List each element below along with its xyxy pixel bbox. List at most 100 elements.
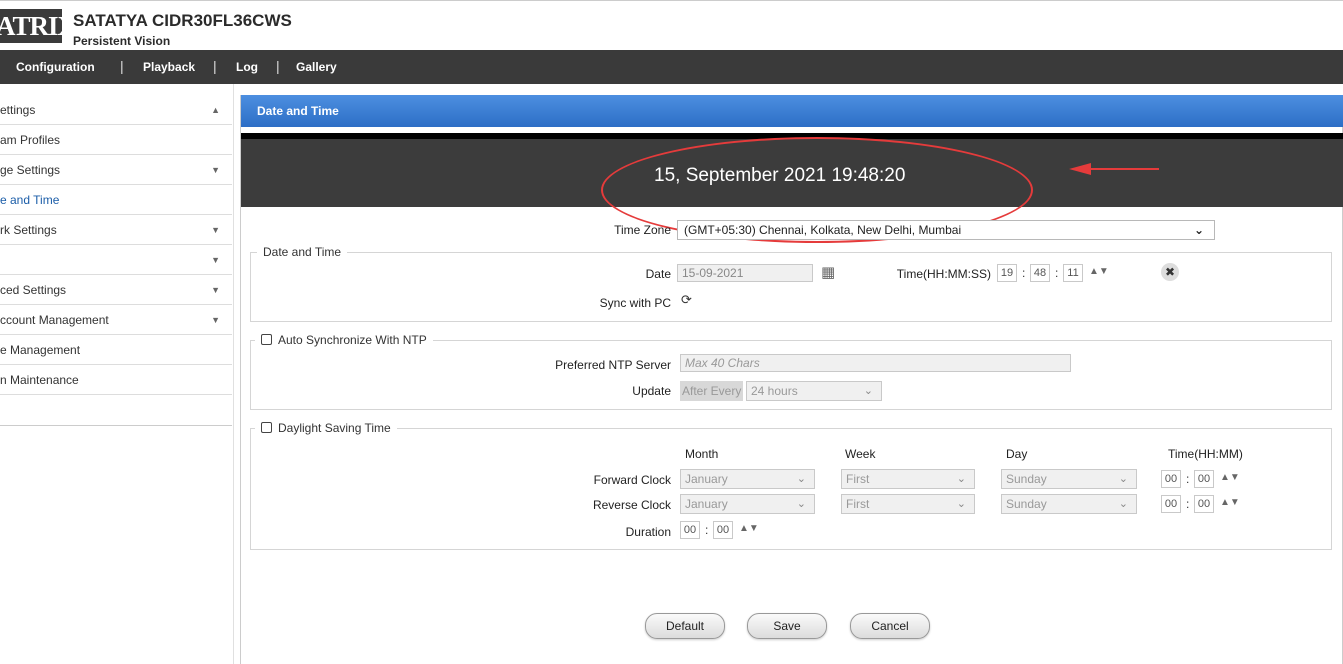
sidebar-item-storage-management[interactable]: e Management (0, 335, 232, 365)
time-colon: : (1055, 266, 1059, 280)
save-button[interactable]: Save (747, 613, 827, 639)
nav-separator: | (276, 58, 280, 74)
sidebar-item-unlabeled[interactable]: ▼ (0, 245, 232, 275)
top-nav: Configuration | Playback | Log | Gallery (0, 50, 1343, 84)
nav-configuration[interactable]: Configuration (16, 60, 95, 74)
update-interval-value: 24 hours (751, 384, 798, 398)
tools-icon[interactable]: ✖ (1161, 263, 1179, 281)
forward-clock-label: Forward Clock (593, 473, 671, 487)
main-panel: Date and Time 15, September 2021 19:48:2… (240, 95, 1343, 664)
sidebar-item-advanced-settings[interactable]: ced Settings ▼ (0, 275, 232, 305)
chevron-down-icon: ⌄ (796, 498, 806, 510)
sync-label: Sync with PC (599, 296, 671, 310)
duration-hour-input[interactable]: 00 (680, 521, 700, 539)
reverse-month-select[interactable]: January ⌄ (680, 494, 815, 514)
sidebar-item-network-settings[interactable]: rk Settings ▼ (0, 215, 232, 245)
dst-checkbox[interactable] (261, 422, 272, 433)
chevron-down-icon: ⌄ (863, 385, 873, 397)
ntp-checkbox[interactable] (261, 334, 272, 345)
second-input[interactable]: 11 (1063, 264, 1083, 282)
sidebar-item-label: n Maintenance (0, 373, 79, 387)
chevron-down-icon: ⌄ (956, 473, 966, 485)
sidebar-item-maintenance[interactable]: n Maintenance (0, 365, 232, 395)
panel-title: Date and Time (241, 95, 1343, 127)
chevron-down-icon: ▼ (211, 255, 220, 265)
reverse-week-value: First (846, 497, 870, 511)
reverse-hour-input[interactable]: 00 (1161, 495, 1181, 513)
logo: ATRIX (0, 9, 77, 43)
sidebar-item-label: ccount Management (0, 313, 109, 327)
update-label: Update (632, 384, 671, 398)
sidebar-item-stream-profiles[interactable]: am Profiles (0, 125, 232, 155)
sidebar-item-label: e Management (0, 343, 81, 357)
timezone-select[interactable]: (GMT+05:30) Chennai, Kolkata, New Delhi,… (677, 220, 1215, 240)
time-colon: : (705, 523, 709, 537)
day-header: Day (1006, 447, 1028, 461)
spinner-icon[interactable]: ▲▼ (739, 523, 759, 534)
duration-label: Duration (625, 525, 671, 539)
current-datetime: 15, September 2021 19:48:20 (654, 165, 906, 186)
sidebar-item-label: ced Settings (0, 283, 67, 297)
reverse-day-value: Sunday (1006, 497, 1047, 511)
default-button[interactable]: Default (645, 613, 725, 639)
forward-hour-input[interactable]: 00 (1161, 470, 1181, 488)
sidebar-item-label: ge Settings (0, 163, 61, 177)
month-header: Month (685, 447, 719, 461)
update-interval-select[interactable]: 24 hours ⌄ (746, 381, 882, 401)
cancel-button[interactable]: Cancel (850, 613, 930, 639)
reverse-minute-input[interactable]: 00 (1194, 495, 1214, 513)
chevron-down-icon: ▼ (211, 285, 220, 295)
device-model: SATATYA CIDR30FL36CWS (73, 11, 292, 30)
sidebar-item-label: rk Settings (0, 223, 57, 237)
ntp-legend: Auto Synchronize With NTP (255, 333, 433, 347)
timezone-label: Time Zone (614, 223, 671, 237)
date-field[interactable]: 15-09-2021 (677, 264, 813, 282)
forward-week-select[interactable]: First ⌄ (841, 469, 975, 489)
date-label: Date (645, 267, 671, 281)
time-header: Time(HH:MM) (1168, 447, 1243, 461)
duration-minute-input[interactable]: 00 (713, 521, 733, 539)
timezone-value: (GMT+05:30) Chennai, Kolkata, New Delhi,… (684, 223, 962, 237)
time-colon: : (1186, 497, 1190, 511)
brand-tagline: Persistent Vision (73, 34, 171, 48)
forward-month-value: January (685, 472, 728, 486)
chevron-down-icon: ⌄ (956, 498, 966, 510)
chevron-down-icon: ⌄ (1118, 498, 1128, 510)
chevron-down-icon: ⌄ (796, 473, 806, 485)
nav-log[interactable]: Log (236, 60, 258, 74)
nav-gallery[interactable]: Gallery (296, 60, 337, 74)
hour-input[interactable]: 19 (997, 264, 1017, 282)
sidebar-item-date-and-time[interactable]: e and Time (0, 185, 232, 215)
forward-minute-input[interactable]: 00 (1194, 470, 1214, 488)
date-time-legend: Date and Time (257, 245, 348, 259)
nav-separator: | (120, 58, 124, 74)
sidebar-item-image-settings[interactable]: ge Settings ▼ (0, 155, 232, 185)
reverse-month-value: January (685, 497, 728, 511)
minute-input[interactable]: 48 (1030, 264, 1050, 282)
week-header: Week (845, 447, 876, 461)
nav-playback[interactable]: Playback (143, 60, 195, 74)
forward-day-select[interactable]: Sunday ⌄ (1001, 469, 1137, 489)
spinner-icon[interactable]: ▲▼ (1089, 266, 1109, 277)
spinner-icon[interactable]: ▲▼ (1220, 472, 1240, 483)
forward-day-value: Sunday (1006, 472, 1047, 486)
spinner-icon[interactable]: ▲▼ (1220, 497, 1240, 508)
sidebar-item-account-management[interactable]: ccount Management ▼ (0, 305, 232, 335)
clock-bar: 15, September 2021 19:48:20 (241, 133, 1343, 207)
sidebar-item-settings[interactable]: ettings ▲ (0, 95, 232, 125)
time-colon: : (1186, 472, 1190, 486)
ntp-server-input[interactable]: Max 40 Chars (680, 354, 1071, 372)
sync-icon[interactable]: ⟳ (681, 292, 692, 308)
reverse-week-select[interactable]: First ⌄ (841, 494, 975, 514)
ntp-legend-text: Auto Synchronize With NTP (278, 333, 427, 347)
sidebar: ettings ▲ am Profiles ge Settings ▼ e an… (0, 84, 234, 664)
calendar-icon[interactable]: ▦ (821, 263, 835, 281)
sidebar-divider (0, 425, 232, 426)
sidebar-item-label: am Profiles (0, 133, 61, 147)
chevron-down-icon: ▼ (211, 225, 220, 235)
time-colon: : (1022, 266, 1026, 280)
reverse-day-select[interactable]: Sunday ⌄ (1001, 494, 1137, 514)
update-prefix: After Every (680, 381, 744, 401)
dst-legend-text: Daylight Saving Time (278, 421, 391, 435)
forward-month-select[interactable]: January ⌄ (680, 469, 815, 489)
